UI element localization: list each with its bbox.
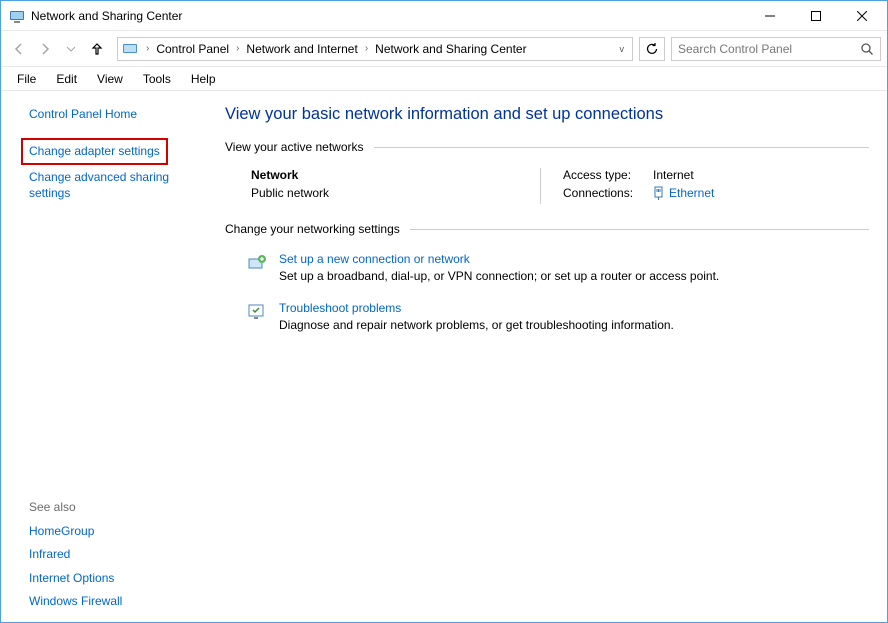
settings-item-desc: Diagnose and repair network problems, or… (279, 318, 674, 332)
breadcrumb-item[interactable]: Network and Internet (243, 42, 360, 56)
chevron-right-icon[interactable]: › (361, 43, 372, 54)
maximize-button[interactable] (793, 1, 839, 31)
address-bar[interactable]: › Control Panel › Network and Internet ›… (117, 37, 633, 61)
active-networks-label: View your active networks (225, 140, 364, 154)
breadcrumb-item[interactable]: Control Panel (153, 42, 232, 56)
minimize-button[interactable] (747, 1, 793, 31)
menu-help[interactable]: Help (181, 72, 226, 86)
app-icon (9, 8, 25, 24)
chevron-right-icon[interactable]: › (232, 43, 243, 54)
settings-item-troubleshoot[interactable]: Troubleshoot problems Diagnose and repai… (247, 301, 869, 332)
seealso-infrared[interactable]: Infrared (29, 543, 211, 567)
settings-item-desc: Set up a broadband, dial-up, or VPN conn… (279, 269, 719, 283)
window-title: Network and Sharing Center (31, 9, 182, 23)
chevron-right-icon[interactable]: › (142, 43, 153, 54)
menu-edit[interactable]: Edit (46, 72, 87, 86)
sidebar-adapter-settings[interactable]: Change adapter settings (21, 138, 168, 166)
up-button[interactable] (85, 37, 109, 61)
see-also-label: See also (29, 496, 211, 520)
sidebar-advanced-sharing[interactable]: Change advanced sharing settings (29, 166, 189, 205)
content: Control Panel Home Change adapter settin… (1, 91, 887, 622)
settings-item-title: Set up a new connection or network (279, 252, 719, 266)
change-settings-label: Change your networking settings (225, 222, 400, 236)
troubleshoot-icon (247, 302, 267, 322)
search-icon (860, 42, 874, 56)
change-settings-header: Change your networking settings (225, 222, 869, 236)
connection-link[interactable]: Ethernet (653, 186, 714, 200)
setup-connection-icon (247, 253, 267, 273)
address-dropdown-icon[interactable]: v (616, 44, 629, 54)
seealso-windows-firewall[interactable]: Windows Firewall (29, 590, 211, 614)
connections-label: Connections: (563, 186, 653, 200)
see-also-section: See also HomeGroup Infrared Internet Opt… (29, 496, 211, 614)
seealso-internet-options[interactable]: Internet Options (29, 567, 211, 591)
divider (410, 229, 869, 230)
network-row: Network Public network Access type: Inte… (225, 168, 869, 222)
access-type-label: Access type: (563, 168, 653, 182)
menu-file[interactable]: File (7, 72, 46, 86)
menubar: File Edit View Tools Help (1, 67, 887, 91)
menu-view[interactable]: View (87, 72, 133, 86)
forward-button[interactable] (33, 37, 57, 61)
navbar: › Control Panel › Network and Internet ›… (1, 31, 887, 67)
page-title: View your basic network information and … (225, 105, 869, 124)
refresh-button[interactable] (639, 37, 665, 61)
access-type-value: Internet (653, 168, 694, 182)
network-name: Network (251, 168, 540, 182)
divider (374, 147, 869, 148)
settings-list: Set up a new connection or network Set u… (225, 250, 869, 332)
search-placeholder: Search Control Panel (678, 42, 860, 56)
ethernet-icon (653, 186, 664, 200)
menu-tools[interactable]: Tools (133, 72, 181, 86)
titlebar: Network and Sharing Center (1, 1, 887, 31)
sidebar-home[interactable]: Control Panel Home (29, 103, 211, 127)
control-panel-icon (122, 41, 138, 57)
settings-item-title: Troubleshoot problems (279, 301, 674, 315)
seealso-homegroup[interactable]: HomeGroup (29, 520, 211, 544)
back-button[interactable] (7, 37, 31, 61)
network-type: Public network (251, 186, 540, 200)
close-button[interactable] (839, 1, 885, 31)
recent-dropdown[interactable] (59, 37, 83, 61)
sidebar: Control Panel Home Change adapter settin… (1, 91, 211, 622)
main-panel: View your basic network information and … (211, 91, 887, 622)
search-input[interactable]: Search Control Panel (671, 37, 881, 61)
network-info: Network Public network (251, 168, 541, 204)
network-details: Access type: Internet Connections: Ether… (541, 168, 869, 204)
settings-item-setup-connection[interactable]: Set up a new connection or network Set u… (247, 252, 869, 283)
active-networks-header: View your active networks (225, 140, 869, 154)
breadcrumb-item[interactable]: Network and Sharing Center (372, 42, 529, 56)
connection-name: Ethernet (669, 186, 714, 200)
